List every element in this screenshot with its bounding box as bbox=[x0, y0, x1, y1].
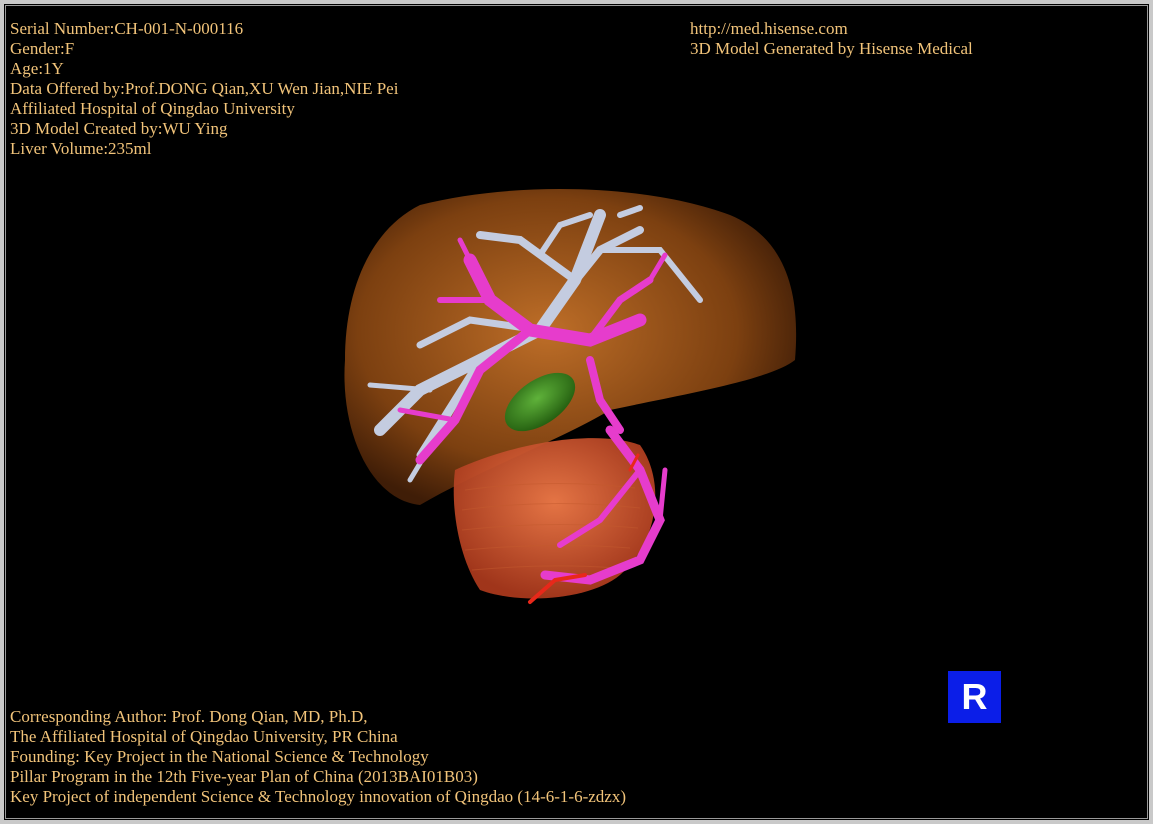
funding-line-1: Founding: Key Project in the National Sc… bbox=[10, 747, 429, 766]
footer-credits: Corresponding Author: Prof. Dong Qian, M… bbox=[10, 707, 626, 807]
affiliation: The Affiliated Hospital of Qingdao Unive… bbox=[10, 727, 398, 746]
corresponding-author: Corresponding Author: Prof. Dong Qian, M… bbox=[10, 707, 368, 726]
funding-line-3: Key Project of independent Science & Tec… bbox=[10, 787, 626, 806]
funding-line-2: Pillar Program in the 12th Five-year Pla… bbox=[10, 767, 478, 786]
orientation-badge: R bbox=[948, 671, 1001, 723]
